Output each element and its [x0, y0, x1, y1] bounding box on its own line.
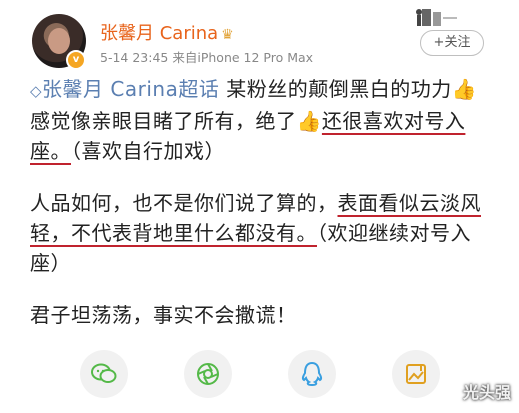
qq-icon[interactable]: [288, 350, 336, 398]
supertopic-diamond-icon: ◇: [30, 82, 43, 100]
post-paragraph-2: 人品如何，也不是你们说了算的，表面看似云淡风轻，不代表背地里什么都没有。（欢迎继…: [30, 188, 500, 278]
wechat-icon[interactable]: [80, 350, 128, 398]
thumbs-up-icon: 👍: [296, 109, 322, 133]
post-line-1: ◇张馨月 Carina超话 某粉丝的颠倒黑白的功力👍: [30, 74, 500, 106]
post-content: ◇张馨月 Carina超话 某粉丝的颠倒黑白的功力👍 感觉像亲眼目睹了所有，绝了…: [30, 74, 500, 330]
verified-badge-icon: v: [66, 50, 86, 70]
username[interactable]: 张馨月 Carina ♛: [100, 19, 234, 45]
post-paragraph-3: 君子坦荡荡，事实不会撒谎！: [30, 303, 297, 327]
thumbs-up-icon: 👍: [451, 77, 478, 101]
crown-icon: ♛: [221, 27, 234, 43]
follow-button[interactable]: +关注: [420, 30, 484, 56]
post-text-1: 某粉丝的颠倒黑白的功力: [226, 77, 452, 101]
username-text[interactable]: 张馨月 Carina: [100, 23, 218, 44]
corner-sticker-icon: [416, 9, 457, 26]
post-text-2: 感觉像亲眼目睹了所有，绝了: [30, 109, 297, 133]
watermark: 光头强: [462, 383, 511, 402]
topic-link[interactable]: ◇张馨月 Carina超话: [30, 77, 219, 101]
post-line-2: 感觉像亲眼目睹了所有，绝了👍还很喜欢对号入座。（喜欢自行加戏）: [30, 106, 500, 166]
share-row: [0, 350, 519, 402]
post-text-4: 人品如何，也不是你们说了算的，: [30, 191, 338, 215]
post-meta: 5-14 23:45 来自iPhone 12 Pro Max: [100, 47, 313, 66]
post-text-3: （喜欢自行加戏）: [71, 139, 225, 163]
image-save-icon[interactable]: [392, 350, 440, 398]
timestamp: 5-14 23:45: [100, 50, 169, 65]
device-source: 来自iPhone 12 Pro Max: [172, 50, 314, 65]
moments-icon[interactable]: [184, 350, 232, 398]
topic-text[interactable]: 张馨月 Carina超话: [42, 77, 219, 101]
